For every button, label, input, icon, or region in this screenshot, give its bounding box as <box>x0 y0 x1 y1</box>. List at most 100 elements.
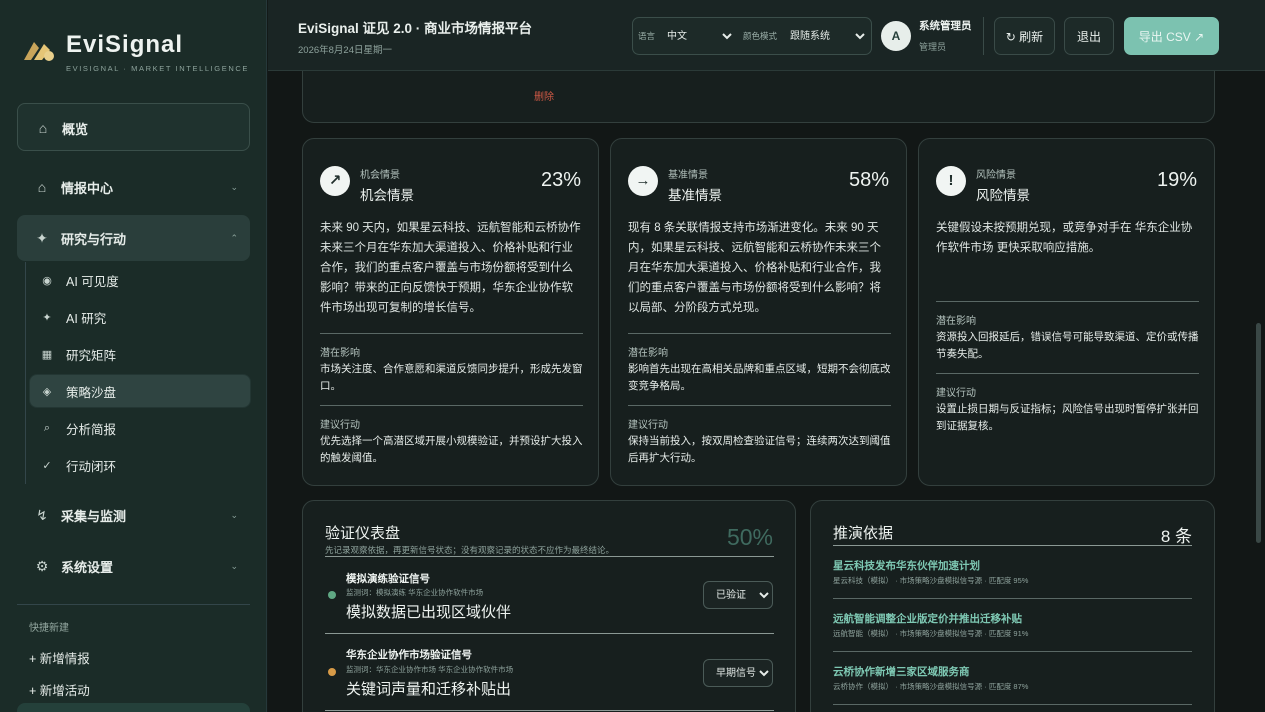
trend-up-icon: ↗ <box>320 166 350 196</box>
theme-select[interactable]: 跟随系统 <box>786 24 868 48</box>
divider <box>628 405 891 406</box>
impact-heading: 潜在影响 <box>936 316 976 327</box>
sidebar-item-ai-research[interactable]: ✦ AI 研究 <box>30 301 250 333</box>
divider <box>325 556 774 557</box>
language-select[interactable]: 中文 <box>663 24 735 48</box>
scenario-label: 风险情景 <box>976 170 1016 181</box>
scenario-card-risk: ! 风险情景 风险情景 19% 关键假设未按预期兑现，或竞争对手在 华东企业协作… <box>918 138 1215 486</box>
logout-button[interactable]: 退出 <box>1064 17 1114 55</box>
evidence-title: 推演依据 <box>833 525 894 542</box>
chevron-down-icon: ⌄ <box>230 509 238 520</box>
divider <box>325 710 774 711</box>
scenario-probability: 23% <box>540 169 581 191</box>
brand-name: EviSignal <box>66 31 184 58</box>
signal-status-select[interactable]: 早期信号 <box>703 659 773 687</box>
impact-text: 影响首先出现在高相关品牌和重点区域，短期不会彻底改变竞争格局。 <box>628 363 891 392</box>
nav-settings[interactable]: ⚙ 系统设置 ⌄ <box>17 548 250 584</box>
validation-progress: 50% <box>726 524 773 550</box>
scenario-probability: 19% <box>1156 169 1197 191</box>
sidebar: EviSignal EVISIGNAL · MARKET INTELLIGENC… <box>0 0 267 712</box>
evidence-item-title[interactable]: 远航智能调整企业版定价并推出迁移补贴 <box>833 611 1022 626</box>
sidebar-item-label: AI 可见度 <box>66 274 119 289</box>
display-controls: 语言 中文 颜色模式 跟随系统 <box>632 17 872 55</box>
user-role: 管理员 <box>919 42 947 52</box>
action-text: 优先选择一个高潜区域开展小规模验证，并预设扩大投入的触发阈值。 <box>320 435 583 464</box>
evidence-item-title[interactable]: 星云科技发布华东伙伴加速计划 <box>833 558 980 573</box>
avatar[interactable]: A <box>881 21 911 51</box>
signal-status-select[interactable]: 已验证 <box>703 581 773 609</box>
quick-add-intel[interactable]: + 新增情报 <box>29 648 90 667</box>
scenario-label: 机会情景 <box>360 170 400 181</box>
status-dot <box>328 668 336 676</box>
divider <box>320 333 583 334</box>
signal-keywords: 监测词：华东企业协作市场 华东企业协作软件市场 <box>346 665 514 674</box>
scenario-card-baseline: → 基准情景 基准情景 58% 现有 8 条关联情报支持市场渐进变化。未来 90… <box>610 138 907 486</box>
sidebar-item-label: 分析简报 <box>66 422 117 437</box>
matrix-icon: ▦ <box>41 348 53 361</box>
action-heading: 建议行动 <box>628 420 668 431</box>
action-heading: 建议行动 <box>320 420 360 431</box>
sidebar-item-research-matrix[interactable]: ▦ 研究矩阵 <box>30 338 250 370</box>
quick-add-campaign[interactable]: + 新增活动 <box>29 680 90 699</box>
signal-title: 模拟演练验证信号 <box>346 573 430 585</box>
top-header: EviSignal 证见 2.0 · 商业市场情报平台 2026年8月24日星期… <box>268 0 1265 71</box>
signal-observation: 关键词声量和迁移补贴出 <box>346 681 512 698</box>
sidebar-item-strategy-sandbox[interactable]: ◈ 策略沙盘 <box>30 375 250 407</box>
sparkle-icon: ✦ <box>36 229 48 246</box>
evidence-count: 8 条 <box>1160 527 1192 546</box>
export-csv-button[interactable]: 导出 CSV ↗ <box>1124 17 1219 55</box>
divider <box>833 704 1192 705</box>
nav-collect[interactable]: ↯ 采集与监测 ⌄ <box>17 497 250 533</box>
scenario-description: 关键假设未按预期兑现，或竞争对手在 华东企业协作软件市场 更快采取响应措施。 <box>936 222 1193 254</box>
home-icon: ⌂ <box>37 179 47 195</box>
impact-heading: 潜在影响 <box>320 348 360 359</box>
brand-tagline: EVISIGNAL · MARKET INTELLIGENCE <box>66 64 249 73</box>
scenario-probability: 58% <box>848 169 889 191</box>
user-name: 系统管理员 <box>919 20 972 32</box>
nav-collect-label: 采集与监测 <box>61 508 127 524</box>
scenario-label: 基准情景 <box>668 170 708 181</box>
evidence-item-meta: 远航智能（模拟） · 市场策略沙盘模拟信号源 · 匹配度 91% <box>833 629 1029 638</box>
scenario-description: 现有 8 条关联情报支持市场渐进变化。未来 90 天内，如果星云科技、远航智能和… <box>628 222 881 314</box>
scenario-title: 基准情景 <box>668 188 722 203</box>
evidence-item-meta: 云桥协作（模拟） · 市场策略沙盘模拟信号源 · 匹配度 87% <box>833 682 1029 691</box>
nav-research[interactable]: ✦ 研究与行动 ⌃ <box>17 215 250 261</box>
theme-label: 颜色模式 <box>743 31 778 41</box>
divider <box>628 333 891 334</box>
refresh-button[interactable]: ↻ 刷新 <box>994 17 1055 55</box>
signal-keywords: 监测词：模拟演练 华东企业协作软件市场 <box>346 588 484 597</box>
current-date: 2026年8月24日星期一 <box>298 45 392 56</box>
divider <box>833 545 1192 546</box>
divider <box>936 301 1199 302</box>
sidebar-item-label: 策略沙盘 <box>66 385 117 400</box>
sparkle-icon: ✦ <box>42 311 52 324</box>
sidebar-bottom-card[interactable] <box>17 703 250 712</box>
impact-text: 市场关注度、合作意愿和渠道反馈同步提升，形成先发窗口。 <box>320 363 583 392</box>
gear-icon: ⚙ <box>35 557 49 574</box>
chevron-down-icon: ⌄ <box>230 181 238 192</box>
nav-overview-label: 概览 <box>62 121 89 137</box>
evidence-item-title[interactable]: 云桥协作新增三家区域服务商 <box>833 664 970 679</box>
evidence-panel: 推演依据 8 条 星云科技发布华东伙伴加速计划 星云科技（模拟） · 市场策略沙… <box>810 500 1215 712</box>
nav-overview[interactable]: ⌂ 概览 <box>17 103 250 151</box>
sidebar-item-analysis-brief[interactable]: ⌕ 分析简报 <box>30 412 250 444</box>
signal-title: 华东企业协作市场验证信号 <box>346 649 472 661</box>
sidebar-item-action-loop[interactable]: ✓ 行动闭环 <box>30 449 250 481</box>
action-text: 设置止损日期与反证指标；风险信号出现时暂停扩张并回到证据复核。 <box>936 403 1199 432</box>
sidebar-item-label: AI 研究 <box>66 311 107 326</box>
divider <box>936 373 1199 374</box>
scrollbar-thumb[interactable] <box>1256 323 1261 543</box>
brand[interactable]: EviSignal EVISIGNAL · MARKET INTELLIGENC… <box>22 30 252 80</box>
chevron-up-icon: ⌃ <box>230 232 238 243</box>
quick-create-title: 快捷新建 <box>29 623 69 634</box>
sidebar-item-ai-visibility[interactable]: ◉ AI 可见度 <box>30 264 250 296</box>
diamond-icon: ◈ <box>42 385 52 398</box>
validation-subtitle: 先记录观察依据，再更新信号状态；没有观察记录的状态不应作为最终结论。 <box>325 545 615 555</box>
search-icon: ⌕ <box>43 421 51 434</box>
previous-card: 删除 <box>302 71 1215 123</box>
action-heading: 建议行动 <box>936 388 976 399</box>
delete-link[interactable]: 删除 <box>534 88 554 103</box>
nav-intel[interactable]: ⌂ 情报中心 ⌄ <box>17 169 250 205</box>
brand-logo-icon <box>24 42 54 61</box>
divider <box>325 633 774 634</box>
